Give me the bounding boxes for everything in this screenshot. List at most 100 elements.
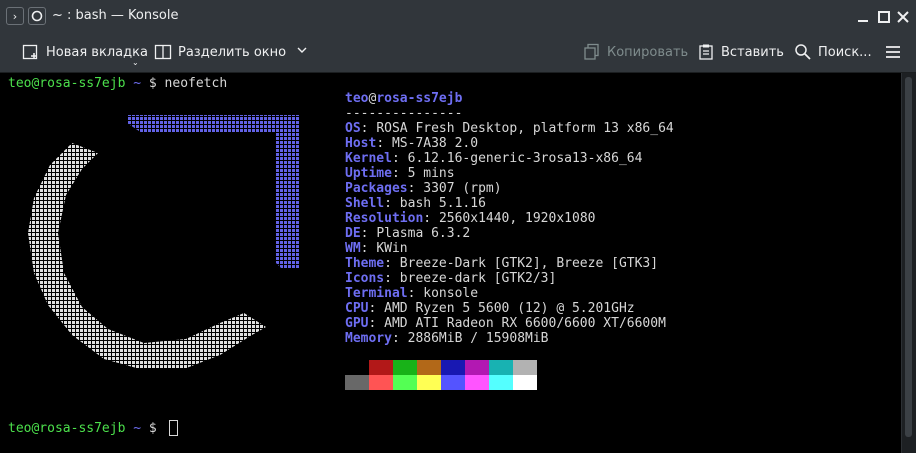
info-key: Icons (345, 271, 385, 286)
rosa-logo-art (28, 115, 300, 369)
info-key: Packages (345, 181, 408, 196)
palette-swatch (489, 360, 513, 375)
palette-swatch (441, 360, 465, 375)
info-title: teo@rosa-ss7ejb (345, 91, 462, 106)
info-value: AMD ATI Radeon RX 6600/6600 XT/6600M (384, 316, 666, 331)
info-value: Plasma 6.3.2 (376, 226, 471, 241)
palette-swatch (345, 360, 369, 375)
info-line: GPU: AMD ATI Radeon RX 6600/6600 XT/6600… (345, 316, 666, 331)
terminal-view[interactable]: teo@rosa-ss7ejb ~ $ neofetch teo@rosa-ss… (0, 73, 916, 453)
info-key: Memory (345, 331, 392, 346)
info-value: 5 mins (407, 166, 455, 181)
info-line: Host: MS-7A38 2.0 (345, 136, 479, 151)
prompt-symbol: $ (148, 421, 157, 436)
info-value: konsole (423, 286, 479, 301)
hamburger-menu-icon (884, 43, 902, 61)
info-value: 6.12.16-generic-3rosa13-x86_64 (407, 151, 643, 166)
info-key: Kernel (345, 151, 392, 166)
info-key: WM (345, 241, 361, 256)
close-icon[interactable] (896, 9, 910, 23)
scrollbar-thumb[interactable] (905, 77, 912, 437)
split-view-button[interactable]: Разделить окно (154, 32, 308, 72)
paste-icon (697, 43, 715, 61)
info-key: GPU (345, 316, 369, 331)
palette-swatch (465, 360, 489, 375)
copy-icon (583, 43, 601, 61)
info-line: Kernel: 6.12.16-generic-3rosa13-x86_64 (345, 151, 643, 166)
info-value: 2560x1440, 1920x1080 (438, 211, 596, 226)
info-line: Memory: 2886MiB / 15908MiB (345, 331, 549, 346)
info-value: breeze-dark [GTK2/3] (399, 271, 557, 286)
prompt-path: ~ (133, 421, 142, 436)
window-title: ~ : bash — Konsole (52, 8, 179, 23)
text-cursor (169, 420, 178, 436)
title-bar: › ~ : bash — Konsole (0, 0, 916, 32)
info-line: Theme: Breeze-Dark [GTK2], Breeze [GTK3] (345, 256, 659, 271)
palette-swatch (417, 375, 441, 390)
palette-swatch (441, 375, 465, 390)
info-host: rosa-ss7ejb (376, 91, 463, 106)
info-line: WM: KWin (345, 241, 408, 256)
split-view-icon (154, 43, 172, 61)
info-value: ROSA Fresh Desktop, platform 13 x86_64 (376, 121, 674, 136)
info-value: AMD Ryzen 5 5600 (12) @ 5.201GHz (384, 301, 635, 316)
info-line: Resolution: 2560x1440, 1920x1080 (345, 211, 596, 226)
chevron-down-icon: ⌄ (132, 58, 139, 67)
palette-swatch (513, 375, 537, 390)
info-line: Shell: bash 5.1.16 (345, 196, 486, 211)
palette-swatch (393, 375, 417, 390)
copy-button[interactable]: Копировать (583, 32, 688, 72)
info-key: Host (345, 136, 377, 151)
info-value: Breeze-Dark [GTK2], Breeze [GTK3] (399, 256, 659, 271)
maximize-icon[interactable] (877, 9, 891, 23)
info-separator: --------------- (345, 106, 463, 121)
info-value: KWin (376, 241, 408, 256)
info-value: MS-7A38 2.0 (391, 136, 479, 151)
toolbar: Новая вкладка ⌄ Разделить окно Копироват… (0, 32, 916, 73)
find-label: Поиск... (818, 44, 872, 60)
find-button[interactable]: Поиск... (794, 32, 872, 72)
palette-swatch (369, 360, 393, 375)
info-key: Theme (345, 256, 385, 271)
palette-swatch (345, 375, 369, 390)
info-key: Uptime (345, 166, 392, 181)
palette-swatch (417, 360, 441, 375)
minimize-icon[interactable] (856, 9, 870, 23)
info-line: Terminal: konsole (345, 286, 479, 301)
info-key: CPU (345, 301, 369, 316)
info-value: 3307 (rpm) (423, 181, 502, 196)
paste-button[interactable]: Вставить (697, 32, 784, 72)
window-menu-icon[interactable]: › (6, 7, 24, 25)
info-key: Terminal (345, 286, 408, 301)
info-line: Uptime: 5 mins (345, 166, 455, 181)
palette-swatch (369, 375, 393, 390)
paste-label: Вставить (721, 44, 784, 60)
new-tab-icon (22, 43, 40, 61)
info-key: OS (345, 121, 361, 136)
info-line: DE: Plasma 6.3.2 (345, 226, 471, 241)
new-tab-button[interactable]: Новая вкладка ⌄ (22, 32, 148, 72)
prompt-line-current: teo@rosa-ss7ejb ~ $ (8, 421, 165, 436)
info-key: Shell (345, 196, 385, 211)
info-value: bash 5.1.16 (399, 196, 486, 211)
search-icon (794, 43, 812, 61)
info-line: Packages: 3307 (rpm) (345, 181, 502, 196)
palette-swatch (513, 360, 537, 375)
palette-swatch (489, 375, 513, 390)
info-key: DE (345, 226, 361, 241)
konsole-app-icon[interactable] (28, 7, 46, 25)
palette-swatch (393, 360, 417, 375)
info-line: CPU: AMD Ryzen 5 5600 (12) @ 5.201GHz (345, 301, 635, 316)
info-user: teo (345, 91, 369, 106)
hamburger-menu-button[interactable] (884, 32, 908, 72)
info-value: 2886MiB / 15908MiB (407, 331, 549, 346)
info-line: Icons: breeze-dark [GTK2/3] (345, 271, 557, 286)
split-view-label: Разделить окно (178, 44, 287, 60)
prompt-user-host: teo@rosa-ss7ejb (8, 421, 126, 436)
info-line: OS: ROSA Fresh Desktop, platform 13 x86_… (345, 121, 674, 136)
info-key: Resolution (345, 211, 424, 226)
scrollbar[interactable] (901, 73, 916, 453)
palette-swatch (465, 375, 489, 390)
chevron-down-icon[interactable] (296, 44, 308, 60)
copy-label: Копировать (607, 44, 689, 60)
